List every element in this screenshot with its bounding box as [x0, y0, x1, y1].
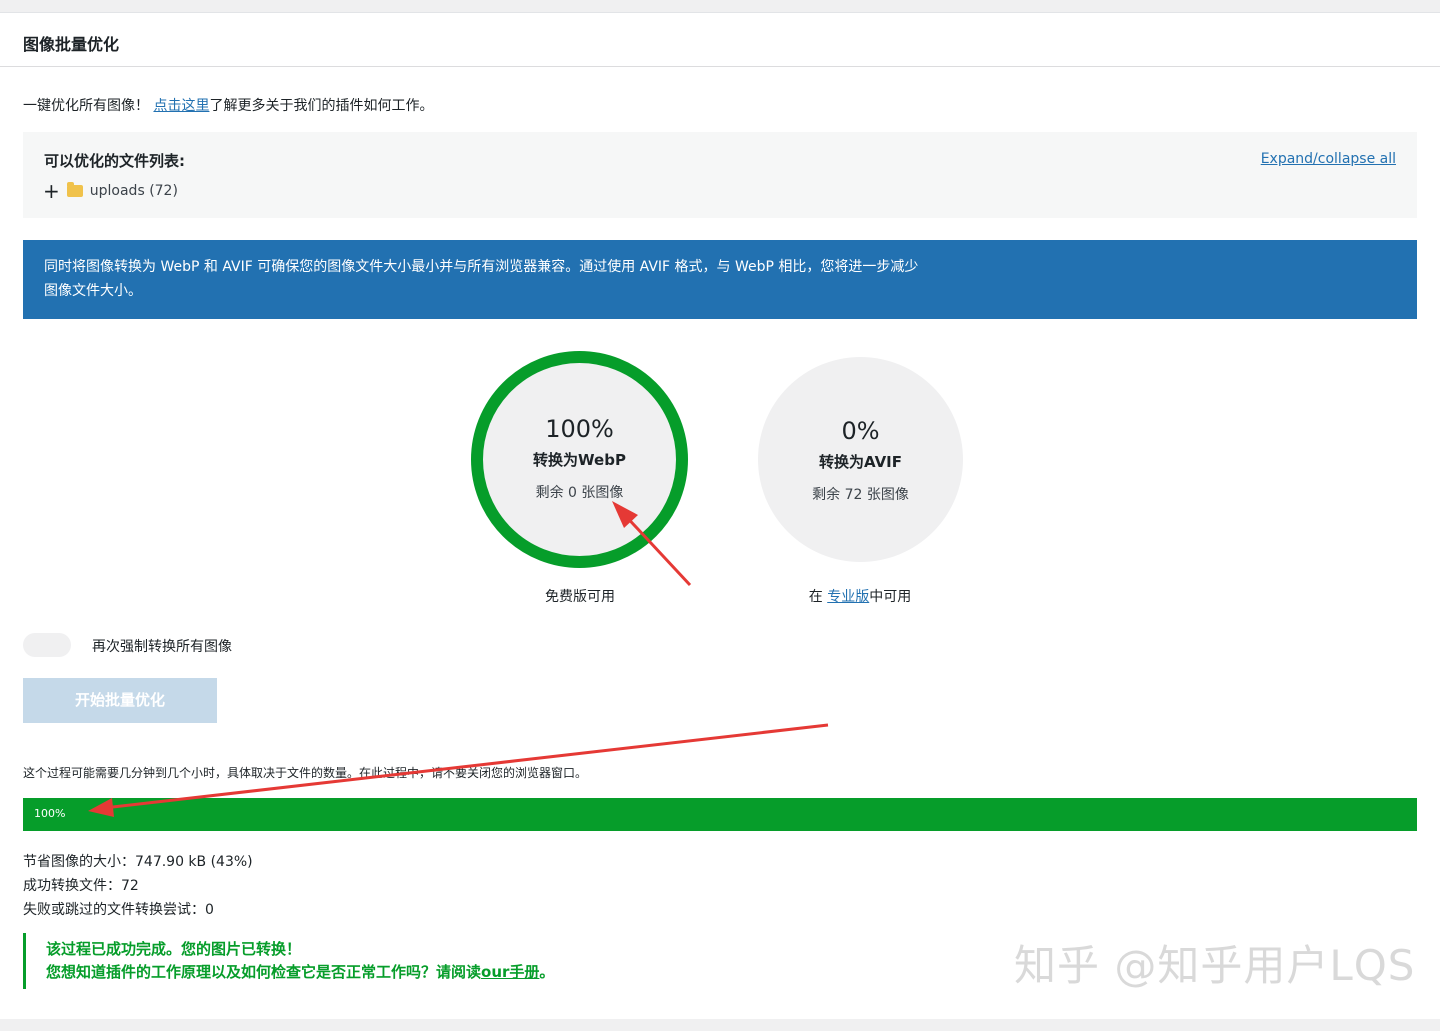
saved-size: 节省图像的大小：747.90 kB (43%) [23, 854, 253, 870]
page-title: 图像批量优化 [23, 35, 120, 54]
info-notice: 同时将图像转换为 WebP 和 AVIF 可确保您的图像文件大小最小并与所有浏览… [23, 240, 1417, 319]
start-bulk-optimization-button[interactable]: 开始批量优化 [23, 678, 217, 723]
manual-link[interactable]: our手册 [481, 963, 539, 981]
progress-bar: 100% [23, 798, 1417, 831]
info-notice-text: 同时将图像转换为 WebP 和 AVIF 可确保您的图像文件大小最小并与所有浏览… [44, 259, 919, 299]
converted-count: 成功转换文件：72 [23, 878, 139, 894]
success-line-2-before: 您想知道插件的工作原理以及如何检查它是否正常工作吗？请阅读 [46, 963, 482, 981]
tree-item-uploads[interactable]: + uploads (72) [43, 181, 178, 201]
avif-availability-before: 在 [808, 589, 823, 605]
learn-more-link[interactable]: 点击这里 [153, 98, 209, 114]
avif-progress-circle: 0% 转换为AVIF 剩余 72 张图像 [758, 357, 963, 562]
watermark: 知乎 @知乎用户LQS [1014, 941, 1416, 990]
pro-version-link[interactable]: 专业版 [827, 589, 869, 605]
failed-count: 失败或跳过的文件转换尝试：0 [23, 902, 214, 918]
card-header: 图像批量优化 [0, 13, 1440, 67]
avif-label: 转换为AVIF [818, 453, 903, 471]
avif-availability-after: 中可用 [869, 589, 912, 605]
intro-before: 一键优化所有图像！ [23, 98, 149, 114]
force-convert-label: 再次强制转换所有图像 [92, 639, 232, 655]
tree-item-label: uploads (72) [89, 183, 178, 199]
process-hint: 这个过程可能需要几分钟到几个小时，具体取决于文件的数量。在此过程中，请不要关闭您… [23, 766, 588, 780]
force-convert-toggle[interactable] [23, 633, 71, 657]
webp-progress-circle: 100% 转换为WebP 剩余 0 张图像 [471, 351, 688, 568]
results-summary: 节省图像的大小：747.90 kB (43%) 成功转换文件：72 失败或跳过的… [23, 850, 253, 922]
webp-percent: 100% [545, 415, 614, 443]
intro-after: 了解更多关于我们的插件如何工作。 [209, 98, 434, 114]
avif-availability: 在 专业版中可用 [760, 586, 960, 606]
success-notice: 该过程已成功完成。您的图片已转换！ 您想知道插件的工作原理以及如何检查它是否正常… [23, 933, 723, 989]
webp-label: 转换为WebP [533, 451, 626, 469]
avif-percent: 0% [841, 417, 880, 445]
success-line-2-after: 。 [539, 963, 555, 981]
avif-remaining: 剩余 72 张图像 [812, 487, 909, 503]
expand-collapse-link[interactable]: Expand/collapse all [1261, 151, 1396, 167]
file-list-panel: 可以优化的文件列表: Expand/collapse all + uploads… [23, 132, 1417, 218]
intro-text: 一键优化所有图像！ 点击这里了解更多关于我们的插件如何工作。 [23, 95, 433, 115]
progress-label: 100% [34, 807, 66, 820]
webp-remaining: 剩余 0 张图像 [535, 485, 624, 501]
webp-availability: 免费版可用 [545, 589, 615, 605]
folder-icon [66, 182, 83, 197]
success-line-1: 该过程已成功完成。您的图片已转换！ [46, 940, 302, 958]
progress-fill [23, 798, 1417, 831]
bulk-optimization-card: 图像批量优化 一键优化所有图像！ 点击这里了解更多关于我们的插件如何工作。 可以… [0, 12, 1440, 1019]
plus-icon[interactable]: + [43, 181, 60, 201]
file-list-title: 可以优化的文件列表: [44, 152, 185, 170]
success-line-2: 您想知道插件的工作原理以及如何检查它是否正常工作吗？请阅读our手册。 [46, 961, 723, 984]
